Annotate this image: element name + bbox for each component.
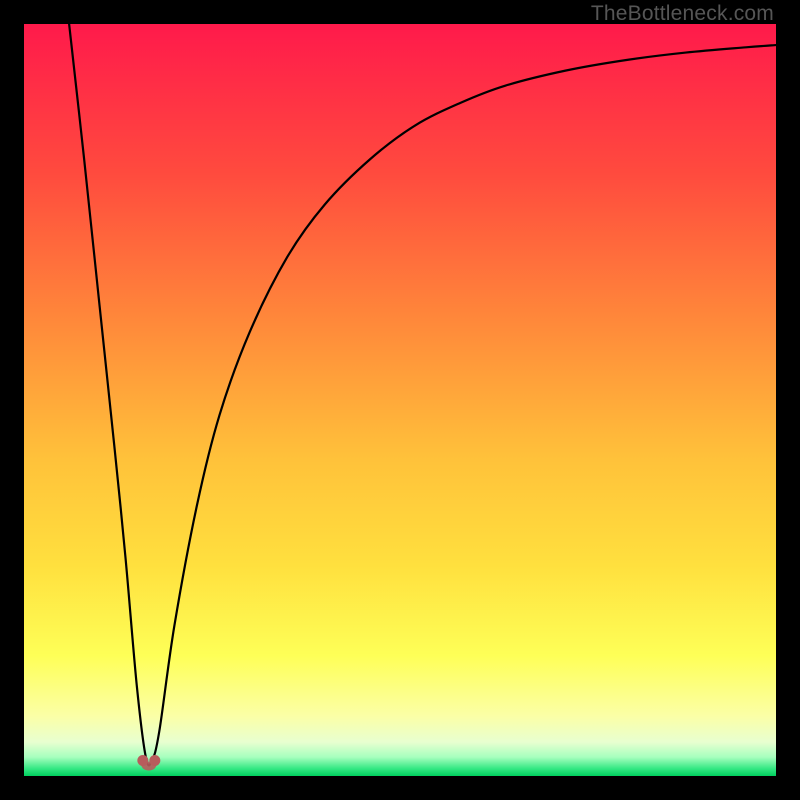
bottleneck-chart <box>24 24 776 776</box>
chart-frame <box>24 24 776 776</box>
watermark-text: TheBottleneck.com <box>591 2 774 26</box>
